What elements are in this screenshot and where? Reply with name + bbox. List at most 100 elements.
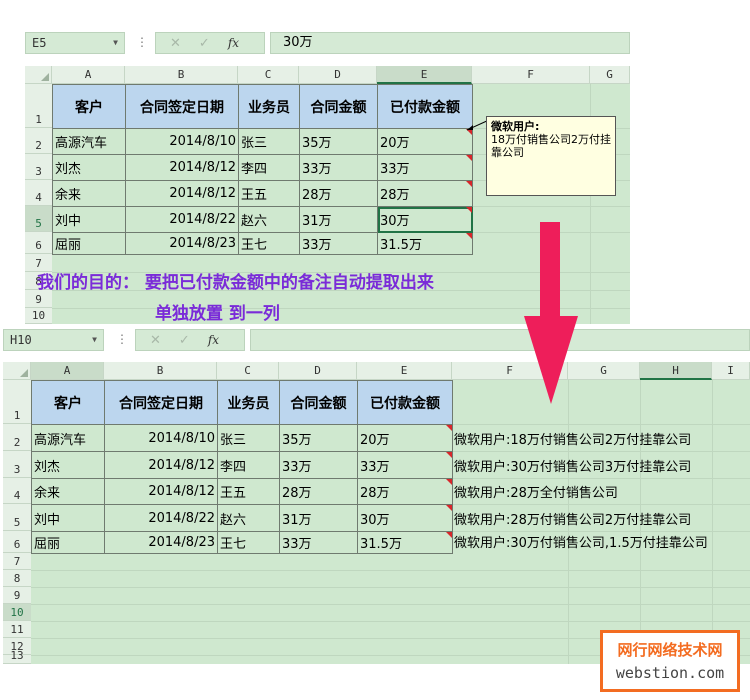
cell[interactable]: 2014/8/12: [104, 478, 218, 505]
column-header-a[interactable]: A: [52, 66, 125, 84]
cell[interactable]: 2014/8/12: [125, 154, 239, 181]
cell[interactable]: 高源汽车: [31, 424, 105, 452]
cell[interactable]: 31万: [279, 504, 358, 532]
column-header-h[interactable]: H: [640, 362, 712, 380]
cell[interactable]: 王七: [238, 232, 300, 255]
cell[interactable]: 刘中: [52, 206, 126, 233]
cell[interactable]: 王七: [217, 531, 280, 554]
row-header-1[interactable]: 1: [25, 84, 52, 128]
comment-indicator-icon[interactable]: [466, 233, 472, 239]
row-header-4[interactable]: 4: [25, 180, 52, 206]
cell[interactable]: 2014/8/12: [125, 180, 239, 207]
cell[interactable]: 余来: [31, 478, 105, 505]
cell[interactable]: 33万: [299, 154, 378, 181]
header-paid-amount[interactable]: 已付款金额: [377, 84, 473, 129]
column-header-e[interactable]: E: [357, 362, 452, 380]
header-contract-date[interactable]: 合同签定日期: [104, 380, 218, 425]
header-salesperson[interactable]: 业务员: [217, 380, 280, 425]
cell[interactable]: 赵六: [217, 504, 280, 532]
cell[interactable]: 2014/8/12: [104, 451, 218, 479]
more-icon[interactable]: ⋮: [116, 332, 128, 346]
cell[interactable]: 刘中: [31, 504, 105, 532]
row-header-4[interactable]: 4: [3, 478, 31, 504]
row-header-11[interactable]: 11: [3, 621, 31, 638]
cell[interactable]: 刘杰: [52, 154, 126, 181]
row-header-2[interactable]: 2: [25, 128, 52, 154]
cell-with-comment[interactable]: 33万: [357, 451, 453, 479]
active-cell-e5[interactable]: 30万: [377, 206, 473, 233]
cell[interactable]: 2014/8/10: [104, 424, 218, 452]
row-header-10[interactable]: 10: [25, 308, 52, 324]
column-header-i[interactable]: I: [712, 362, 750, 380]
cell[interactable]: 2014/8/23: [125, 232, 239, 255]
name-box[interactable]: H10 ▼: [3, 329, 104, 351]
column-header-d[interactable]: D: [279, 362, 357, 380]
chevron-down-icon[interactable]: ▼: [113, 33, 118, 53]
comment-indicator-icon[interactable]: [446, 505, 452, 511]
column-header-g[interactable]: G: [590, 66, 630, 84]
row-header-3[interactable]: 3: [3, 451, 31, 478]
formula-input[interactable]: [250, 329, 750, 351]
cell[interactable]: 赵六: [238, 206, 300, 233]
more-icon[interactable]: ⋮: [136, 35, 148, 49]
bottom-sheet-grid[interactable]: A B C D E F G H I 1 2 3 4 5 6 7 8 9 10 1…: [3, 362, 750, 664]
comment-indicator-icon[interactable]: [446, 532, 452, 538]
cell-with-comment[interactable]: 31.5万: [377, 232, 473, 255]
header-contract-amount[interactable]: 合同金额: [299, 84, 378, 129]
cell[interactable]: 28万: [299, 180, 378, 207]
cell-with-comment[interactable]: 28万: [357, 478, 453, 505]
formula-input[interactable]: 30万: [270, 32, 630, 54]
column-header-c[interactable]: C: [217, 362, 279, 380]
cell[interactable]: 高源汽车: [52, 128, 126, 155]
insert-function-icon[interactable]: fx: [228, 36, 239, 50]
column-header-f[interactable]: F: [472, 66, 590, 84]
row-header-2[interactable]: 2: [3, 424, 31, 451]
row-header-13[interactable]: 13: [3, 649, 31, 664]
row-header-8[interactable]: 8: [3, 570, 31, 587]
cell-with-comment[interactable]: 33万: [377, 154, 473, 181]
select-all-corner[interactable]: [25, 66, 52, 84]
cell[interactable]: 李四: [238, 154, 300, 181]
enter-icon[interactable]: ✓: [199, 36, 210, 51]
column-header-b[interactable]: B: [104, 362, 217, 380]
cancel-icon[interactable]: ✕: [150, 333, 161, 348]
comment-indicator-icon[interactable]: [466, 181, 472, 187]
row-header-10[interactable]: 10: [3, 604, 31, 621]
comment-box[interactable]: 微软用户: 18万付销售公司2万付挂靠公司: [486, 116, 616, 196]
cell[interactable]: 刘杰: [31, 451, 105, 479]
cell[interactable]: 2014/8/23: [104, 531, 218, 554]
extracted-comment-f4[interactable]: 微软用户:28万全付销售公司: [454, 482, 618, 501]
cell-with-comment[interactable]: 30万: [357, 504, 453, 532]
comment-indicator-icon[interactable]: [446, 452, 452, 458]
header-paid-amount[interactable]: 已付款金额: [357, 380, 453, 425]
cell[interactable]: 李四: [217, 451, 280, 479]
row-header-5[interactable]: 5: [3, 504, 31, 531]
cell-with-comment[interactable]: 31.5万: [357, 531, 453, 554]
chevron-down-icon[interactable]: ▼: [92, 330, 97, 350]
cell-with-comment[interactable]: 20万: [357, 424, 453, 452]
comment-indicator-icon[interactable]: [446, 425, 452, 431]
select-all-corner[interactable]: [3, 362, 31, 380]
cell[interactable]: 33万: [279, 531, 358, 554]
comment-indicator-icon[interactable]: [466, 155, 472, 161]
extracted-comment-f5[interactable]: 微软用户:28万付销售公司2万付挂靠公司: [454, 509, 691, 528]
row-header-5[interactable]: 5: [25, 206, 52, 232]
cell[interactable]: 余来: [52, 180, 126, 207]
cell[interactable]: 35万: [279, 424, 358, 452]
header-contract-amount[interactable]: 合同金额: [279, 380, 358, 425]
cell-with-comment[interactable]: 20万: [377, 128, 473, 155]
cell[interactable]: 张三: [238, 128, 300, 155]
column-header-b[interactable]: B: [125, 66, 238, 84]
insert-function-icon[interactable]: fx: [208, 333, 219, 347]
header-customer[interactable]: 客户: [31, 380, 105, 425]
cell[interactable]: 王五: [238, 180, 300, 207]
cell[interactable]: 屈丽: [31, 531, 105, 554]
cell[interactable]: 33万: [299, 232, 378, 255]
cancel-icon[interactable]: ✕: [170, 36, 181, 51]
cell-with-comment[interactable]: 28万: [377, 180, 473, 207]
cell[interactable]: 2014/8/22: [104, 504, 218, 532]
cell[interactable]: 35万: [299, 128, 378, 155]
row-header-1[interactable]: 1: [3, 380, 31, 424]
comment-indicator-icon[interactable]: [466, 207, 472, 213]
column-header-d[interactable]: D: [299, 66, 377, 84]
